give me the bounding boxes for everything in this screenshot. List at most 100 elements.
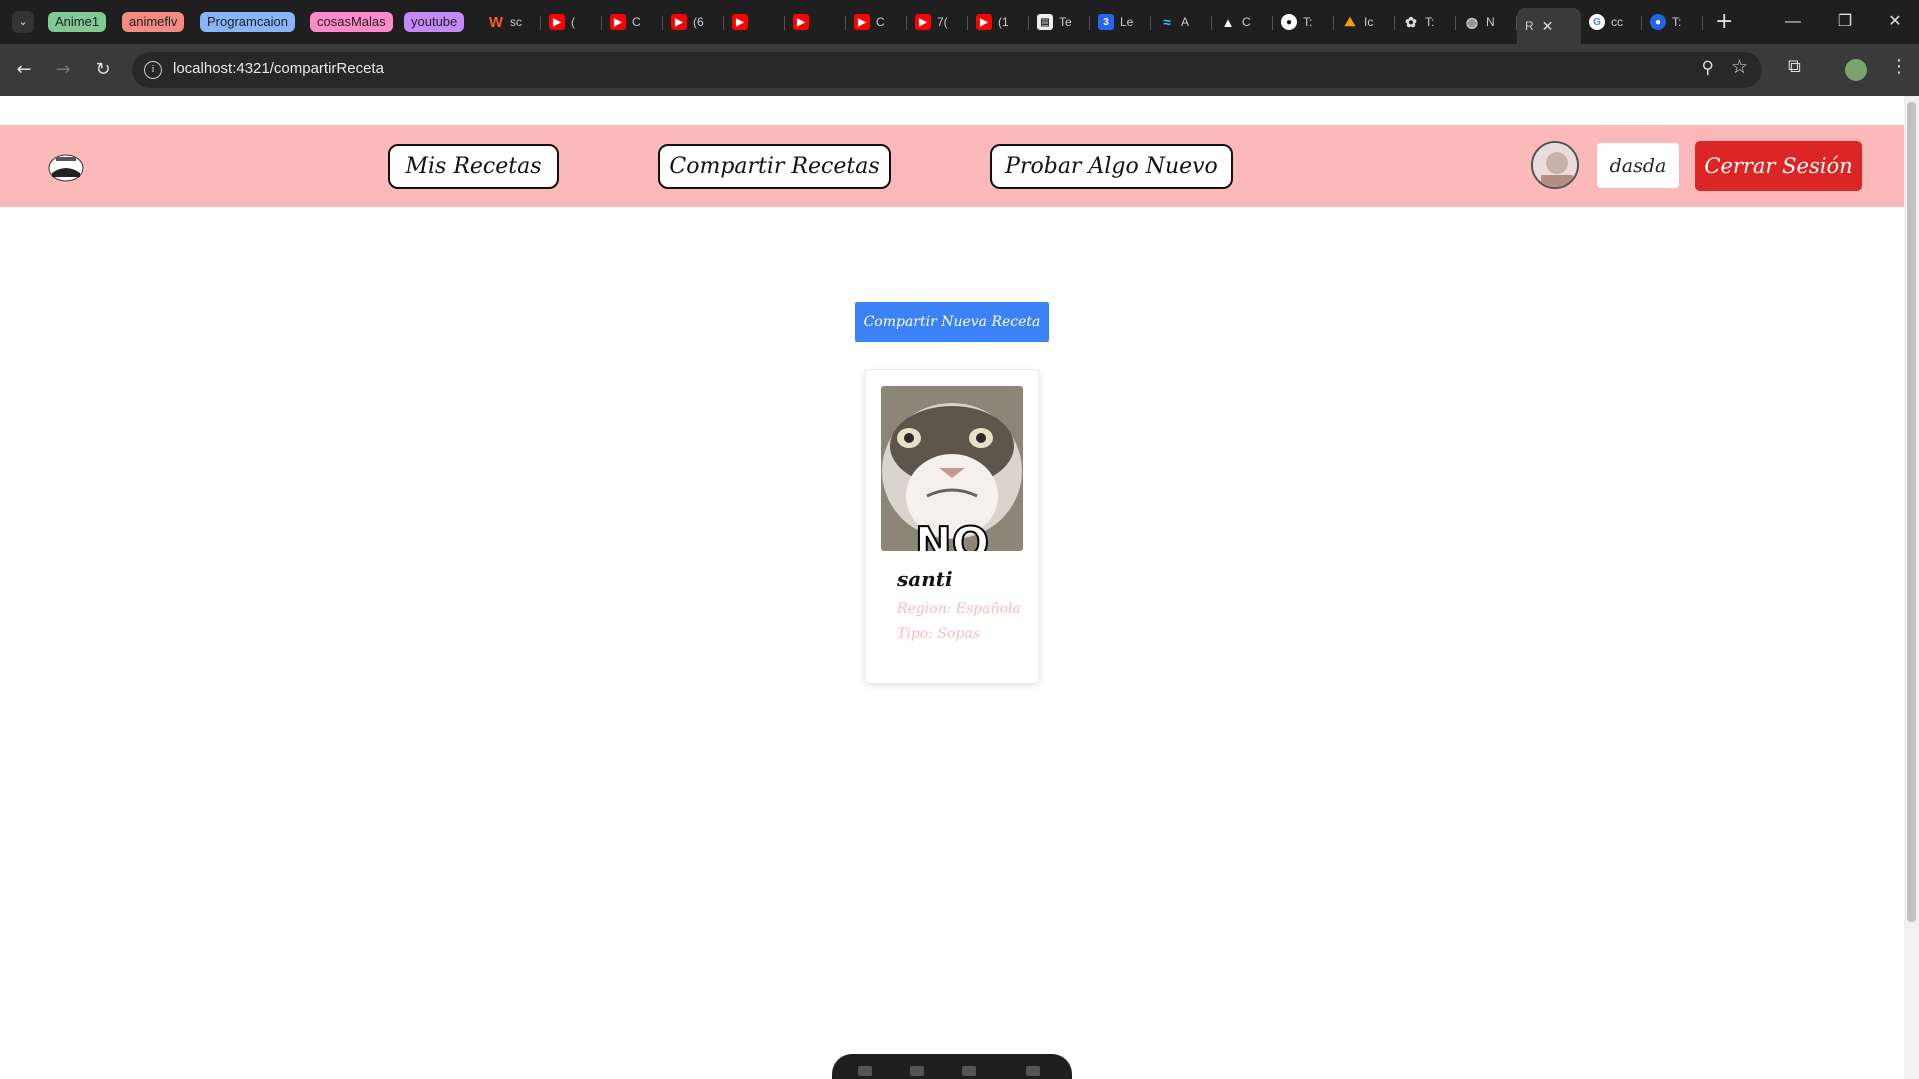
- page-viewport: Mis Recetas Compartir Recetas Probar Alg…: [0, 96, 1904, 1079]
- tab-title: T:: [1303, 15, 1313, 29]
- url-text[interactable]: localhost:4321/compartirReceta: [173, 60, 384, 77]
- new-tab-icon[interactable]: +: [1715, 8, 1733, 36]
- grumpy-cat-image-icon: NO: [881, 386, 1023, 551]
- browser-tab[interactable]: ● T:: [1273, 8, 1334, 36]
- tab-search-icon[interactable]: ⌄: [12, 11, 34, 33]
- recipe-card[interactable]: NO santi Region: Española Tipo: Sopas: [864, 369, 1040, 684]
- nav-probar-algo-nuevo-button[interactable]: Probar Algo Nuevo: [990, 144, 1233, 189]
- browser-tab[interactable]: ▲ C: [1212, 8, 1273, 36]
- browser-tab-active[interactable]: R ✕: [1517, 8, 1581, 44]
- site-info-icon[interactable]: i: [144, 61, 162, 79]
- browser-tab[interactable]: ▤ Te: [1029, 8, 1090, 36]
- tab-group-animeflv[interactable]: animeflv: [122, 12, 185, 32]
- tab-group-youtube[interactable]: youtube: [404, 12, 465, 32]
- browser-tab[interactable]: ▶ (1: [968, 8, 1029, 36]
- browser-tab[interactable]: Gcc: [1581, 8, 1642, 36]
- menu-kebab-icon[interactable]: ⋮: [1890, 56, 1908, 77]
- browser-tab[interactable]: ▶: [785, 8, 846, 36]
- site-logo-icon[interactable]: [48, 150, 84, 182]
- browser-tab[interactable]: ◍ N: [1456, 8, 1517, 36]
- recipe-image: NO: [881, 386, 1023, 551]
- extensions-icon[interactable]: ⧉: [1788, 56, 1801, 77]
- tab-title: sc: [510, 15, 522, 29]
- astro-icon: ▲: [1221, 14, 1235, 30]
- nav-compartir-recetas-button[interactable]: Compartir Recetas: [658, 144, 891, 189]
- recipe-type: Tipo: Sopas: [897, 626, 980, 642]
- circle-icon: ●: [1650, 14, 1666, 30]
- browser-tab-bar: ⌄ Anime1 animeflv Programcaion cosasMala…: [0, 0, 1919, 44]
- tab-title: R: [1525, 19, 1534, 33]
- address-toolbar: ← → ↻ i localhost:4321/compartirReceta ⚲…: [0, 44, 1919, 96]
- omnibox[interactable]: i localhost:4321/compartirReceta ⚲ ☆: [132, 52, 1762, 88]
- youtube-icon: ▶: [671, 14, 687, 30]
- close-window-icon[interactable]: ✕: [1875, 8, 1915, 36]
- close-tab-icon[interactable]: ✕: [1542, 18, 1554, 35]
- youtube-icon: ▶: [854, 14, 870, 30]
- tab-title: 7(: [937, 15, 948, 29]
- dev-toolbar[interactable]: [832, 1054, 1072, 1079]
- dev-toolbar-settings-icon[interactable]: [1026, 1066, 1040, 1076]
- profile-avatar-icon[interactable]: [1845, 59, 1867, 81]
- browser-tab[interactable]: ▶(: [541, 8, 602, 36]
- share-new-recipe-button[interactable]: Compartir Nueva Receta: [855, 302, 1049, 342]
- restore-icon[interactable]: ❐: [1825, 8, 1865, 36]
- tab-title: T:: [1672, 15, 1682, 29]
- tab-title: C: [1242, 15, 1251, 29]
- doc-icon: ▤: [1037, 14, 1053, 30]
- browser-tab[interactable]: 3 Le: [1090, 8, 1151, 36]
- reload-icon[interactable]: ↻: [90, 57, 116, 83]
- dev-toolbar-audit-icon[interactable]: [910, 1066, 924, 1076]
- google-icon: G: [1589, 14, 1605, 30]
- globe-icon: ◍: [1465, 13, 1479, 30]
- youtube-icon: ▶: [732, 14, 748, 30]
- minimize-icon[interactable]: —: [1773, 8, 1813, 36]
- browser-tab[interactable]: ▶ C: [846, 8, 907, 36]
- css-icon: 3: [1098, 14, 1114, 30]
- logout-button[interactable]: Cerrar Sesión: [1695, 141, 1862, 191]
- browser-tab[interactable]: ● T:: [1642, 8, 1703, 36]
- tab-title: N: [1486, 15, 1495, 29]
- tab-title: (6: [693, 15, 704, 29]
- tab-title: Ic: [1364, 15, 1374, 29]
- zoom-icon[interactable]: ⚲: [1702, 58, 1714, 78]
- image-caption-text: NO: [915, 518, 989, 551]
- tab-title: cc: [1611, 15, 1623, 29]
- username-display: dasda: [1597, 143, 1679, 188]
- tab-title: Le: [1120, 15, 1134, 29]
- tab-title: C: [876, 15, 885, 29]
- bookmark-star-icon[interactable]: ☆: [1731, 56, 1748, 78]
- browser-tab[interactable]: Wsc: [480, 8, 541, 36]
- recipe-title: santi: [897, 567, 953, 591]
- youtube-icon: ▶: [793, 14, 809, 30]
- browser-tab[interactable]: ▶: [724, 8, 785, 36]
- tab-title: T:: [1425, 15, 1435, 29]
- page-scrollbar[interactable]: [1904, 96, 1919, 1079]
- tab-group-programcaion[interactable]: Programcaion: [200, 12, 295, 32]
- avatar-image-icon: [1533, 143, 1577, 187]
- user-avatar[interactable]: [1531, 141, 1579, 189]
- browser-tab[interactable]: ▶ 7(: [907, 8, 968, 36]
- scrollbar-thumb[interactable]: [1907, 102, 1916, 922]
- dev-toolbar-menu-icon[interactable]: [962, 1066, 976, 1076]
- youtube-icon: ▶: [610, 14, 626, 30]
- w-icon: W: [488, 13, 504, 31]
- browser-tab[interactable]: ✿ T:: [1395, 8, 1456, 36]
- youtube-icon: ▶: [915, 14, 931, 30]
- nav-mis-recetas-button[interactable]: Mis Recetas: [388, 144, 559, 189]
- site-header: Mis Recetas Compartir Recetas Probar Alg…: [0, 125, 1904, 207]
- tab-title: (: [571, 15, 575, 29]
- youtube-icon: ▶: [549, 14, 565, 30]
- tab-group-anime1[interactable]: Anime1: [48, 12, 107, 32]
- browser-tab[interactable]: ⛰ Ic: [1334, 8, 1395, 36]
- forward-icon[interactable]: →: [50, 57, 76, 83]
- dev-toolbar-astro-icon[interactable]: [858, 1066, 872, 1076]
- openai-icon: ✿: [1405, 13, 1417, 30]
- browser-tab[interactable]: ▶ (6: [663, 8, 724, 36]
- back-icon[interactable]: ←: [11, 57, 37, 83]
- tab-title: C: [632, 15, 641, 29]
- browser-tab[interactable]: ▶ C: [602, 8, 663, 36]
- mountain-icon: ⛰: [1344, 14, 1356, 29]
- tab-group-cosasmalas[interactable]: cosasMalas: [310, 12, 393, 32]
- tab-strip: Wsc ▶( ▶ C ▶ (6 ▶ ▶ ▶ C ▶ 7( ▶ (1 ▤ Te 3 Le ≈ A …: [480, 8, 1733, 44]
- browser-tab[interactable]: ≈ A: [1151, 8, 1212, 36]
